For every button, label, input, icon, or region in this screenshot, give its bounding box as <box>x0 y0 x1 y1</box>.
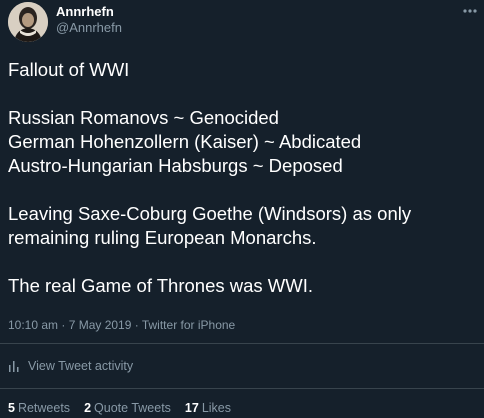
retweets-stat[interactable]: 5 Retweets <box>8 400 70 416</box>
display-name[interactable]: Annrhefn <box>56 4 114 20</box>
retweets-label: Retweets <box>17 401 71 415</box>
tweet-line <box>8 250 476 274</box>
likes-count: 17 <box>184 401 199 415</box>
retweets-count: 5 <box>8 401 15 415</box>
tweet-line <box>8 178 476 202</box>
quote-tweets-label: Quote Tweets <box>94 401 171 415</box>
tweet-text: Fallout of WWI Russian Romanovs ~ Genoci… <box>8 58 476 298</box>
tweet-stats: 5 Retweets 2 Quote Tweets 17 Likes <box>8 400 231 416</box>
profile-photo-icon <box>8 2 48 42</box>
divider <box>0 388 484 389</box>
tweet-line: Russian Romanovs ~ Genocided <box>8 107 279 128</box>
divider <box>0 343 484 344</box>
tweet-line: Leaving Saxe-Coburg Goethe (Windsors) as… <box>8 203 412 224</box>
tweet-line: remaining ruling European Monarchs. <box>8 227 317 248</box>
user-handle[interactable]: @Annrhefn <box>56 20 122 36</box>
tweet-line: The real Game of Thrones was WWI. <box>8 275 314 296</box>
likes-stat[interactable]: 17 Likes <box>185 400 231 416</box>
view-tweet-activity-button[interactable]: View Tweet activity <box>8 357 133 375</box>
likes-label: Likes <box>201 401 232 415</box>
quote-tweets-stat[interactable]: 2 Quote Tweets <box>84 400 171 416</box>
tweet-line: Austro-Hungarian Habsburgs ~ Deposed <box>8 155 343 176</box>
more-options-icon[interactable] <box>462 8 478 14</box>
view-tweet-activity-label: View Tweet activity <box>28 359 134 373</box>
quote-tweets-count: 2 <box>84 401 92 415</box>
tweet-line: Fallout of WWI <box>8 59 130 80</box>
avatar[interactable] <box>8 2 48 42</box>
tweet-line: German Hohenzollern (Kaiser) ~ Abdicated <box>8 131 362 152</box>
tweet-line <box>8 82 476 106</box>
tweet-timestamp[interactable]: 10:10 am · 7 May 2019 · Twitter for iPho… <box>8 317 235 333</box>
tweet-card: Annrhefn @Annrhefn Fallout of WWI Russia… <box>0 0 484 418</box>
bar-chart-icon <box>9 361 19 372</box>
